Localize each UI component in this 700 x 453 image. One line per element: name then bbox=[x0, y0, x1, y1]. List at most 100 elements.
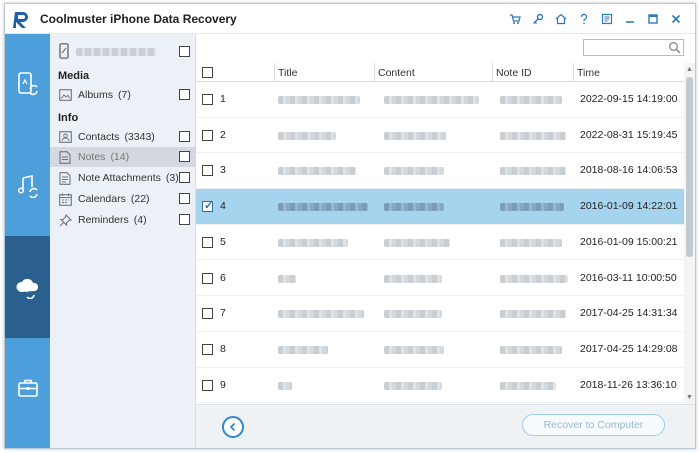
device-row[interactable] bbox=[50, 42, 196, 62]
row-content-redacted bbox=[384, 238, 450, 247]
row-checkbox[interactable] bbox=[202, 272, 213, 284]
row-note-id-redacted bbox=[500, 345, 562, 354]
row-title-redacted bbox=[278, 345, 328, 354]
recover-to-computer-button[interactable]: Recover to Computer bbox=[522, 414, 665, 436]
header-title[interactable]: Title bbox=[278, 66, 297, 80]
calendar-icon bbox=[57, 191, 73, 207]
row-note-id-redacted bbox=[500, 167, 566, 176]
table-row[interactable]: 9 2018-11-26 13:36:10 bbox=[196, 368, 684, 404]
category-notes[interactable]: Notes (14) bbox=[50, 147, 196, 167]
table-row[interactable]: 5 2016-01-09 15:00:21 bbox=[196, 225, 684, 261]
rail-toolbox[interactable] bbox=[5, 338, 50, 438]
row-number: 6 bbox=[220, 271, 226, 284]
row-checkbox[interactable] bbox=[202, 129, 213, 141]
row-time: 2018-08-16 14:06:53 bbox=[580, 164, 678, 177]
scroll-thumb[interactable] bbox=[686, 77, 693, 257]
contacts-checkbox[interactable] bbox=[179, 131, 190, 142]
row-checkbox[interactable] bbox=[202, 343, 213, 355]
scroll-down-icon[interactable]: ▼ bbox=[685, 393, 694, 402]
row-time: 2016-03-11 10:00:50 bbox=[580, 271, 677, 284]
pin-icon bbox=[57, 212, 73, 228]
row-checkbox[interactable] bbox=[202, 165, 213, 177]
row-checkbox[interactable] bbox=[202, 94, 213, 105]
row-note-id-redacted bbox=[500, 381, 556, 390]
header-note-id[interactable]: Note ID bbox=[496, 66, 532, 80]
rail-music-sync[interactable] bbox=[5, 134, 50, 236]
row-checkbox[interactable]: ✓ bbox=[202, 200, 214, 213]
close-icon[interactable] bbox=[664, 10, 687, 28]
category-note-attachments[interactable]: Note Attachments (3) bbox=[50, 168, 196, 188]
row-title-redacted bbox=[278, 274, 296, 283]
select-all-checkbox[interactable] bbox=[202, 67, 213, 78]
row-checkbox[interactable] bbox=[202, 236, 213, 248]
rail-phone-sync[interactable] bbox=[5, 34, 50, 134]
image-icon bbox=[57, 87, 73, 103]
key-icon[interactable] bbox=[526, 10, 549, 28]
row-time: 2017-04-25 14:31:34 bbox=[580, 307, 678, 320]
row-number: 7 bbox=[220, 307, 226, 320]
back-button[interactable] bbox=[222, 416, 244, 438]
category-panel: Media Albums (7) Info Contacts (3343) No… bbox=[50, 34, 196, 448]
reminders-checkbox[interactable] bbox=[179, 214, 190, 225]
row-title-redacted bbox=[278, 167, 356, 176]
table-row[interactable]: 8 2017-04-25 14:29:08 bbox=[196, 332, 684, 368]
table-header: Title Content Note ID Time bbox=[196, 63, 684, 82]
row-checkbox[interactable] bbox=[202, 308, 213, 320]
scrollbar[interactable]: ▲ ▼ bbox=[684, 63, 695, 404]
category-albums[interactable]: Albums (7) bbox=[50, 85, 196, 105]
row-content-redacted bbox=[384, 203, 444, 212]
note-icon bbox=[57, 149, 73, 165]
scroll-up-icon[interactable]: ▲ bbox=[685, 65, 694, 74]
row-note-id-redacted bbox=[500, 238, 562, 247]
chevron-left-icon bbox=[229, 422, 236, 432]
row-title-redacted bbox=[278, 96, 360, 104]
row-number: 3 bbox=[220, 164, 226, 177]
row-content-redacted bbox=[384, 310, 442, 319]
row-title-redacted bbox=[278, 203, 368, 212]
category-reminders[interactable]: Reminders (4) bbox=[50, 210, 196, 230]
row-content-redacted bbox=[384, 167, 444, 176]
row-note-id-redacted bbox=[500, 310, 566, 319]
app-title: Coolmuster iPhone Data Recovery bbox=[40, 12, 237, 26]
help-icon[interactable] bbox=[572, 10, 595, 28]
row-note-id-redacted bbox=[500, 203, 564, 212]
row-note-id-redacted bbox=[500, 96, 562, 104]
header-content[interactable]: Content bbox=[378, 66, 415, 80]
row-time: 2022-09-15 14:19:00 bbox=[580, 93, 678, 105]
row-title-redacted bbox=[278, 310, 364, 319]
row-checkbox[interactable] bbox=[202, 379, 213, 391]
maximize-icon[interactable] bbox=[641, 10, 664, 28]
row-time: 2016-01-09 14:22:01 bbox=[580, 200, 678, 213]
cart-icon[interactable] bbox=[503, 10, 526, 28]
row-number: 4 bbox=[220, 200, 226, 213]
row-number: 5 bbox=[220, 235, 226, 248]
albums-checkbox[interactable] bbox=[179, 89, 190, 100]
search-icon[interactable] bbox=[668, 41, 681, 54]
table-row[interactable]: 2 2022-08-31 15:19:45 bbox=[196, 118, 684, 154]
feedback-icon[interactable] bbox=[595, 10, 618, 28]
header-time[interactable]: Time bbox=[577, 66, 600, 80]
minimize-icon[interactable] bbox=[618, 10, 641, 28]
note-attachments-checkbox[interactable] bbox=[179, 172, 190, 183]
category-calendars[interactable]: Calendars (22) bbox=[50, 189, 196, 209]
row-time: 2016-01-09 15:00:21 bbox=[580, 235, 678, 248]
table-row[interactable]: ✓ 4 2016-01-09 14:22:01 bbox=[196, 189, 684, 225]
row-title-redacted bbox=[278, 131, 336, 140]
calendars-checkbox[interactable] bbox=[179, 193, 190, 204]
row-number: 1 bbox=[220, 93, 226, 105]
table-row[interactable]: 6 2016-03-11 10:00:50 bbox=[196, 261, 684, 297]
notes-checkbox[interactable] bbox=[179, 151, 190, 162]
row-time: 2022-08-31 15:19:45 bbox=[580, 128, 678, 141]
table-row[interactable]: 3 2018-08-16 14:06:53 bbox=[196, 153, 684, 190]
checkmark-icon: ✓ bbox=[204, 200, 214, 213]
rail-cloud-sync[interactable] bbox=[5, 236, 50, 338]
device-checkbox[interactable] bbox=[179, 46, 190, 57]
home-icon[interactable] bbox=[549, 10, 572, 28]
table-row[interactable]: 7 2017-04-25 14:31:34 bbox=[196, 296, 684, 332]
contact-icon bbox=[57, 129, 73, 145]
row-number: 8 bbox=[220, 342, 226, 355]
table-row[interactable]: 1 2022-09-15 14:19:00 bbox=[196, 82, 684, 118]
search-input[interactable] bbox=[583, 39, 684, 56]
category-contacts[interactable]: Contacts (3343) bbox=[50, 127, 196, 147]
row-title-redacted bbox=[278, 238, 348, 247]
